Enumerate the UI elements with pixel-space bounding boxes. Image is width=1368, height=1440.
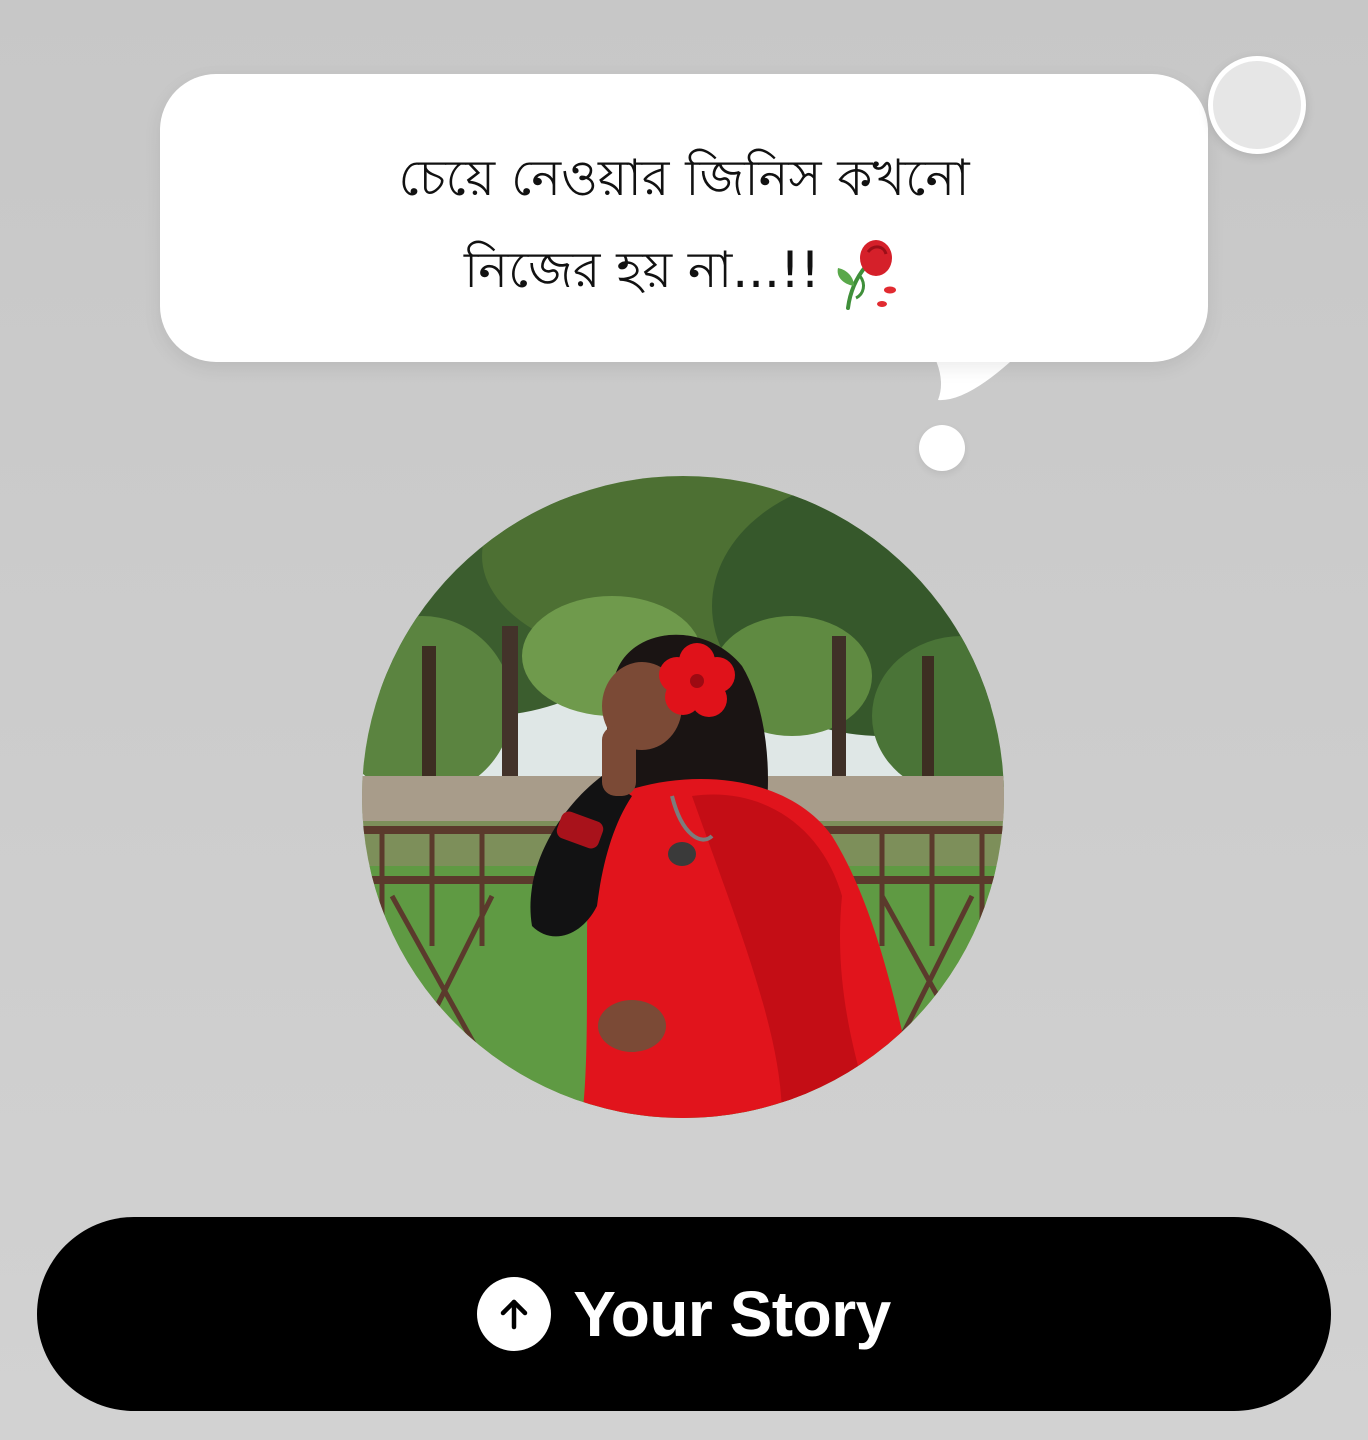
your-story-label: Your Story <box>573 1278 891 1350</box>
note-text: চেয়ে নেওয়ার জিনিস কখনো নিজের হয় না...… <box>160 132 1208 316</box>
profile-avatar[interactable] <box>362 476 1004 1118</box>
profile-photo <box>362 476 1004 1118</box>
thought-dot <box>919 425 965 471</box>
arrow-up-circle-icon <box>477 1277 552 1351</box>
reply-circle-button[interactable] <box>1208 56 1306 154</box>
note-line-2-text: নিজের হয় না...!! <box>463 241 821 299</box>
note-line-1: চেয়ে নেওয়ার জিনিস কখনো <box>398 149 970 207</box>
wilted-rose-icon <box>837 239 897 310</box>
note-line-2: নিজের হয় না...!! <box>160 224 1208 316</box>
note-bubble[interactable]: চেয়ে নেওয়ার জিনিস কখনো নিজের হয় না...… <box>160 74 1208 362</box>
your-story-button[interactable]: Your Story <box>37 1217 1331 1411</box>
